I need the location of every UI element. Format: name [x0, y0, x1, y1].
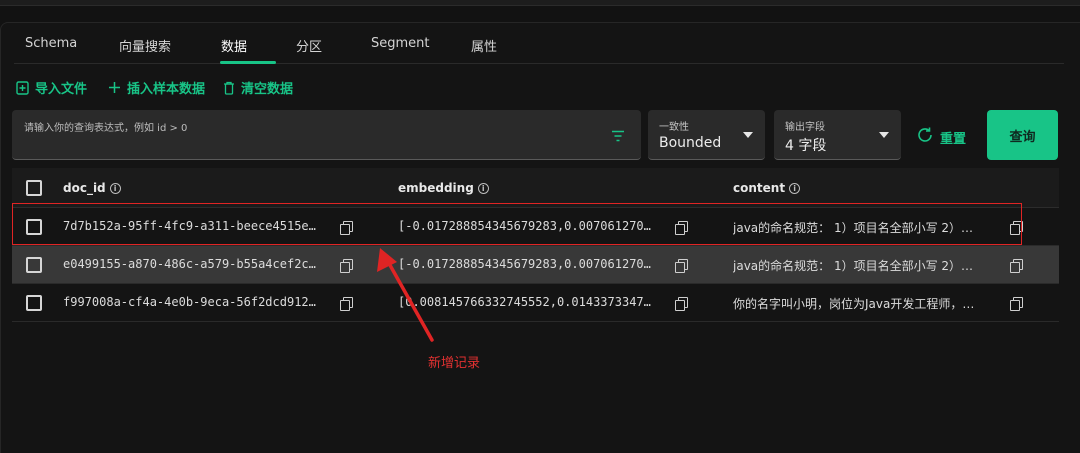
table-row[interactable]: e0499155-a870-486c-a579-b55a4cef2c… [-0.… [12, 246, 1059, 284]
output-fields-value: 4 字段 [785, 138, 827, 154]
output-fields-select[interactable]: 输出字段 4 字段 [774, 110, 901, 160]
reset-button[interactable]: 重置 [916, 126, 966, 148]
query-placeholder: 请输入你的查询表达式，例如 id > 0 [24, 123, 188, 134]
table-row[interactable]: f997008a-cf4a-4e0b-9eca-56f2dcd912… [0.0… [12, 284, 1059, 322]
tab-bar: Schema 向量搜索 数据 分区 Segment 属性 [14, 30, 1064, 64]
query-expression-input[interactable]: 请输入你的查询表达式，例如 id > 0 [12, 110, 641, 160]
copy-icon[interactable] [340, 259, 353, 273]
copy-icon[interactable] [340, 297, 353, 311]
refresh-icon [916, 126, 934, 148]
file-import-icon [16, 80, 29, 95]
copy-icon[interactable] [1010, 297, 1023, 311]
consistency-value: Bounded [659, 135, 722, 151]
new-record-annotation: 新增记录 [428, 356, 481, 371]
copy-icon[interactable] [675, 221, 688, 235]
content-cell: 你的名字叫小明，岗位为Java开发工程师，… [733, 297, 975, 311]
row-checkbox[interactable] [26, 257, 42, 273]
select-all-checkbox[interactable] [26, 180, 42, 196]
embedding-cell: [-0.017288854345679283,0.007061270… [398, 257, 651, 271]
copy-icon[interactable] [675, 259, 688, 273]
data-table: doc_id i embedding i content i 7d7b152a-… [12, 168, 1059, 322]
clear-data-button[interactable]: 清空数据 [223, 78, 293, 97]
column-label: embedding [398, 181, 474, 195]
content-cell: java的命名规范： 1）项目名全部小写 2）… [733, 259, 974, 273]
tab-schema[interactable]: Schema [25, 36, 77, 51]
doc-id-cell: 7d7b152a-95ff-4fc9-a311-beece4515e… [63, 219, 316, 233]
content-cell: java的命名规范： 1）项目名全部小写 2）… [733, 221, 974, 235]
column-label: doc_id [63, 181, 106, 195]
column-label: content [733, 181, 786, 195]
copy-icon[interactable] [1010, 259, 1023, 273]
tab-segment[interactable]: Segment [371, 36, 430, 51]
caret-down-icon [743, 132, 753, 138]
table-header: doc_id i embedding i content i [12, 168, 1059, 208]
output-fields-label: 输出字段 [785, 122, 825, 133]
copy-icon[interactable] [675, 297, 688, 311]
tab-partitions[interactable]: 分区 [296, 36, 322, 55]
embedding-cell: [0.008145766332745552,0.0143373347… [398, 295, 651, 309]
info-icon: i [477, 182, 489, 194]
import-file-button[interactable]: 导入文件 [16, 78, 87, 97]
info-icon: i [109, 182, 121, 194]
insert-sample-data-label: 插入样本数据 [127, 82, 206, 97]
query-button[interactable]: 查询 [987, 110, 1058, 160]
embedding-cell: [-0.017288854345679283,0.007061270… [398, 219, 651, 233]
caret-down-icon [879, 132, 889, 138]
row-checkbox[interactable] [26, 295, 42, 311]
filter-icon[interactable] [611, 127, 625, 146]
info-icon: i [789, 182, 801, 194]
column-header-content[interactable]: content i [733, 181, 801, 195]
column-header-doc-id[interactable]: doc_id i [63, 181, 121, 195]
table-row[interactable]: 7d7b152a-95ff-4fc9-a311-beece4515e… [-0.… [12, 208, 1059, 246]
clear-data-label: 清空数据 [241, 82, 294, 97]
copy-icon[interactable] [340, 221, 353, 235]
tab-data[interactable]: 数据 [221, 36, 247, 55]
insert-sample-data-button[interactable]: 插入样本数据 [108, 78, 205, 97]
consistency-select[interactable]: 一致性 Bounded [648, 110, 765, 160]
trash-icon [223, 81, 235, 95]
doc-id-cell: f997008a-cf4a-4e0b-9eca-56f2dcd912… [63, 295, 316, 309]
consistency-label: 一致性 [659, 122, 689, 133]
import-file-label: 导入文件 [35, 82, 88, 97]
tab-vector-search[interactable]: 向量搜索 [119, 36, 171, 55]
top-bar [0, 0, 1080, 6]
tab-properties[interactable]: 属性 [471, 36, 497, 55]
copy-icon[interactable] [1010, 221, 1023, 235]
row-checkbox[interactable] [26, 219, 42, 235]
reset-label: 重置 [940, 131, 967, 147]
active-tab-indicator [220, 61, 276, 64]
column-header-embedding[interactable]: embedding i [398, 181, 489, 195]
plus-icon [108, 81, 121, 94]
doc-id-cell: e0499155-a870-486c-a579-b55a4cef2c… [63, 257, 316, 271]
